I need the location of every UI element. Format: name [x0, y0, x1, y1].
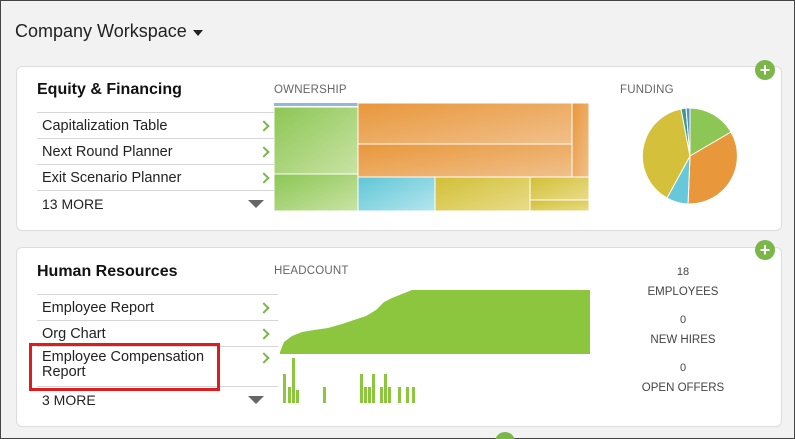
headcount-area	[280, 290, 590, 354]
chevron-right-icon	[258, 327, 270, 340]
card-title-hr: Human Resources	[37, 263, 178, 280]
stat-label: OPEN OFFERS	[641, 382, 725, 394]
card-title-equity: Equity & Financing	[37, 81, 182, 98]
link-label: Capitalization Table	[42, 117, 168, 134]
link-next-round-planner[interactable]: Next Round Planner	[37, 138, 278, 164]
link-capitalization-table[interactable]: Capitalization Table	[37, 112, 278, 138]
treemap-cell	[434, 176, 531, 212]
headcount-label: HEADCOUNT	[274, 265, 349, 277]
bar	[323, 387, 326, 403]
link-label: Employee Report	[42, 299, 155, 316]
funding-pie[interactable]	[641, 107, 739, 205]
headcount-area-chart[interactable]	[280, 286, 590, 356]
link-label: Exit Scenario Planner	[42, 169, 182, 186]
link-label: Employee Compensation Report	[42, 349, 205, 380]
treemap-cell	[357, 143, 573, 178]
chevron-right-icon	[258, 352, 270, 364]
link-exit-scenario-planner[interactable]: Exit Scenario Planner	[37, 164, 278, 190]
bar	[360, 374, 363, 403]
ownership-label: OWNERSHIP	[274, 84, 347, 96]
bar	[398, 387, 401, 403]
equity-more-button[interactable]: 13 MORE	[37, 190, 278, 216]
more-label: 3 MORE	[42, 391, 96, 408]
workspace-selector[interactable]: Company Workspace	[15, 21, 203, 42]
plus-icon: +	[759, 60, 771, 80]
link-label: Org Chart	[42, 325, 106, 342]
treemap-cell	[529, 199, 590, 212]
bar	[388, 387, 391, 403]
workspace-title: Company Workspace	[15, 21, 187, 41]
chevron-right-icon	[258, 145, 270, 158]
bar	[406, 387, 409, 403]
bar	[412, 387, 415, 403]
add-widget-button[interactable]	[495, 432, 515, 439]
equity-financing-card: Equity & Financing Capitalization Table …	[16, 66, 782, 231]
chevron-right-icon	[258, 119, 270, 132]
stat-value: 0	[679, 362, 687, 374]
funding-label: FUNDING	[620, 84, 674, 96]
stat-employees: 18 EMPLOYEES	[604, 266, 762, 298]
add-widget-button[interactable]: +	[755, 60, 775, 80]
treemap-cell	[274, 106, 359, 175]
equity-links: Capitalization Table Next Round Planner …	[37, 112, 278, 216]
stat-value: 0	[679, 314, 687, 326]
bar	[384, 374, 387, 403]
ownership-treemap[interactable]	[274, 103, 590, 213]
treemap-cell	[274, 103, 358, 106]
bar	[372, 374, 375, 403]
link-label: Next Round Planner	[42, 143, 173, 160]
more-label: 13 MORE	[42, 195, 104, 212]
treemap-cell	[357, 176, 436, 212]
bar	[368, 387, 371, 403]
expand-down-icon	[248, 199, 264, 208]
hr-more-button[interactable]: 3 MORE	[37, 386, 278, 412]
bar	[288, 387, 291, 403]
link-employee-compensation-report[interactable]: Employee Compensation Report	[37, 346, 278, 386]
human-resources-card: Human Resources Employee Report Org Char…	[16, 247, 782, 427]
treemap-cell	[274, 173, 359, 212]
treemap-cell	[357, 103, 573, 145]
add-widget-button[interactable]: +	[755, 240, 775, 260]
chevron-right-icon	[258, 301, 270, 314]
plus-icon: +	[759, 240, 771, 260]
treemap-cell	[529, 176, 590, 201]
stat-label: NEW HIRES	[650, 334, 716, 346]
link-employee-report[interactable]: Employee Report	[37, 294, 278, 320]
bar	[364, 387, 367, 403]
bar	[296, 390, 299, 403]
caret-down-icon	[192, 29, 203, 36]
headcount-bar-chart[interactable]	[280, 356, 590, 403]
link-org-chart[interactable]: Org Chart	[37, 320, 278, 346]
stat-open-offers: 0 OPEN OFFERS	[604, 362, 762, 394]
stat-new-hires: 0 NEW HIRES	[604, 314, 762, 346]
chevron-right-icon	[258, 171, 270, 184]
stat-value: 18	[676, 266, 690, 278]
hr-links: Employee Report Org Chart Employee Compe…	[37, 294, 278, 412]
bar	[380, 387, 383, 403]
stat-label: EMPLOYEES	[647, 286, 719, 298]
expand-down-icon	[248, 395, 264, 404]
bar	[283, 374, 286, 403]
treemap-cell	[571, 103, 590, 178]
bar	[292, 358, 295, 403]
